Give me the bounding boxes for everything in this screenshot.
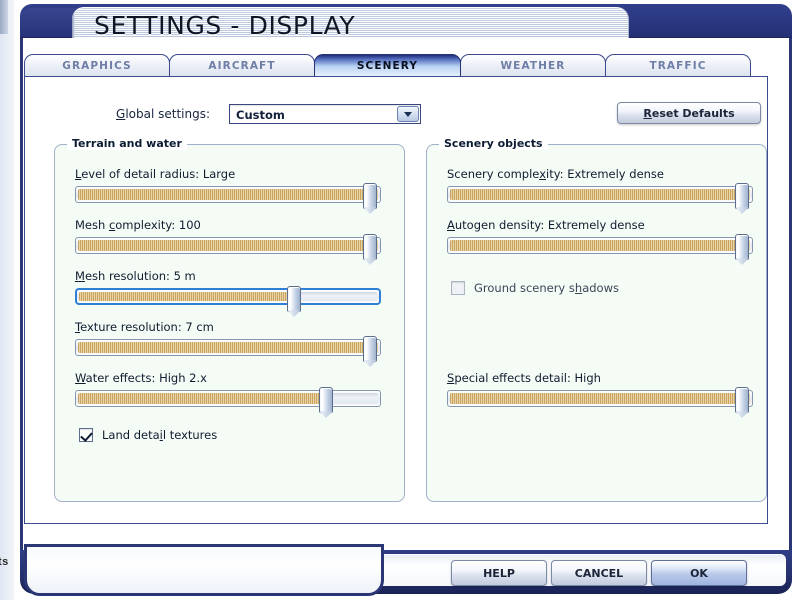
texture-resolution-label: Texture resolution: 7 cm	[75, 320, 214, 334]
slider-fill	[450, 189, 750, 200]
mesh-complexity-slider[interactable]	[75, 234, 381, 260]
tab-scenery-label: SCENERY	[356, 59, 419, 72]
slider-row-texture-resolution: Texture resolution: 7 cm	[75, 320, 381, 362]
ground-scenery-shadows-label: Ground scenery shadows	[474, 281, 619, 295]
tab-aircraft[interactable]: AIRCRAFT	[169, 54, 315, 76]
land-detail-textures-checkbox-row[interactable]: Land detail textures	[79, 428, 217, 442]
texture-resolution-slider[interactable]	[75, 336, 381, 362]
desktop-background: ts SETTINGS - DISPLAY GRAPHICS AIRCRAFT …	[0, 0, 799, 600]
tab-scenery[interactable]: SCENERY	[314, 54, 461, 76]
tab-traffic-label: TRAFFIC	[649, 59, 707, 72]
ok-button[interactable]: OK	[651, 560, 747, 586]
tab-weather[interactable]: WEATHER	[460, 54, 606, 76]
cancel-button-label: CANCEL	[574, 566, 624, 580]
slider-fill	[450, 393, 750, 404]
slider-thumb[interactable]	[735, 183, 749, 209]
scenery-complexity-slider[interactable]	[447, 183, 753, 209]
slider-track	[450, 240, 750, 251]
ok-button-label: OK	[690, 566, 708, 580]
slider-fill	[78, 393, 328, 404]
slider-row-mesh-complexity: Mesh complexity: 100	[75, 218, 381, 260]
global-settings-combobox[interactable]: Custom	[229, 104, 421, 124]
help-button-label: HELP	[483, 566, 515, 580]
special-effects-detail-slider[interactable]	[447, 387, 753, 413]
slider-thumb[interactable]	[363, 336, 377, 362]
slider-row-autogen-density: Autogen density: Extremely dense	[447, 218, 753, 260]
tab-strip: GRAPHICS AIRCRAFT SCENERY WEATHER TRAFFI…	[24, 54, 768, 76]
autogen-density-label: Autogen density: Extremely dense	[447, 218, 645, 232]
slider-fill	[78, 240, 378, 251]
help-button[interactable]: HELP	[451, 560, 547, 586]
slider-track	[78, 240, 378, 251]
tab-graphics[interactable]: GRAPHICS	[24, 54, 170, 76]
tab-graphics-label: GRAPHICS	[62, 59, 132, 72]
mesh-complexity-label: Mesh complexity: 100	[75, 218, 201, 232]
footer-left-lobe	[24, 544, 384, 596]
water-effects-label: Water effects: High 2.x	[75, 371, 207, 385]
global-settings-value: Custom	[236, 108, 285, 122]
slider-track	[450, 189, 750, 200]
scenery-group-title: Scenery objects	[439, 137, 548, 150]
reset-defaults-button[interactable]: Reset Defaults	[617, 102, 761, 124]
tab-weather-label: WEATHER	[500, 59, 566, 72]
slider-track	[450, 393, 750, 404]
slider-fill	[78, 189, 378, 200]
level-of-detail-radius-label: Level of detail radius: Large	[75, 167, 236, 181]
land-detail-textures-label: Land detail textures	[102, 428, 218, 442]
water-effects-slider[interactable]	[75, 387, 381, 413]
level-of-detail-radius-slider[interactable]	[75, 183, 381, 209]
slider-fill	[78, 342, 378, 353]
mesh-resolution-label: Mesh resolution: 5 m	[75, 269, 196, 283]
special-effects-detail-label: Special effects detail: High	[447, 371, 601, 385]
slider-track	[79, 292, 377, 301]
ground-scenery-shadows-checkbox[interactable]	[451, 281, 465, 295]
global-settings-label: Global settings:	[116, 107, 211, 121]
reset-defaults-label: Reset Defaults	[643, 106, 735, 120]
scenery-complexity-label: Scenery complexity: Extremely dense	[447, 167, 664, 181]
slider-fill	[79, 292, 295, 301]
slider-thumb[interactable]	[735, 234, 749, 260]
tab-traffic[interactable]: TRAFFIC	[605, 54, 751, 76]
scenery-objects-group: Scenery objects Scenery complexity: Extr…	[426, 137, 767, 502]
slider-thumb[interactable]	[363, 183, 377, 209]
slider-fill	[450, 240, 750, 251]
terrain-and-water-group: Terrain and water Level of detail radius…	[54, 137, 405, 502]
slider-row-special-effects-detail: Special effects detail: High	[447, 371, 753, 413]
slider-track	[78, 393, 378, 404]
slider-thumb[interactable]	[363, 234, 377, 260]
terrain-group-title: Terrain and water	[67, 137, 187, 150]
cancel-button[interactable]: CANCEL	[551, 560, 647, 586]
slider-thumb[interactable]	[735, 387, 749, 413]
tab-aircraft-label: AIRCRAFT	[208, 59, 276, 72]
autogen-density-slider[interactable]	[447, 234, 753, 260]
settings-display-window: SETTINGS - DISPLAY GRAPHICS AIRCRAFT SCE…	[10, 4, 792, 596]
background-window-text-fragment: ts	[0, 556, 9, 568]
slider-row-scenery-complexity: Scenery complexity: Extremely dense	[447, 167, 753, 209]
slider-row-mesh-resolution: Mesh resolution: 5 m	[75, 269, 381, 312]
land-detail-textures-checkbox[interactable]	[79, 428, 93, 442]
background-window-titlebar-strip	[0, 0, 8, 34]
chevron-down-icon[interactable]	[397, 106, 419, 122]
ground-scenery-shadows-checkbox-row[interactable]: Ground scenery shadows	[451, 281, 619, 295]
slider-row-level-of-detail-radius: Level of detail radius: Large	[75, 167, 381, 209]
slider-track	[78, 342, 378, 353]
slider-row-water-effects: Water effects: High 2.x	[75, 371, 381, 413]
page-title: SETTINGS - DISPLAY	[94, 11, 356, 40]
slider-thumb[interactable]	[319, 387, 333, 413]
slider-track	[78, 189, 378, 200]
mesh-resolution-slider[interactable]	[75, 286, 381, 312]
slider-thumb[interactable]	[287, 286, 301, 312]
